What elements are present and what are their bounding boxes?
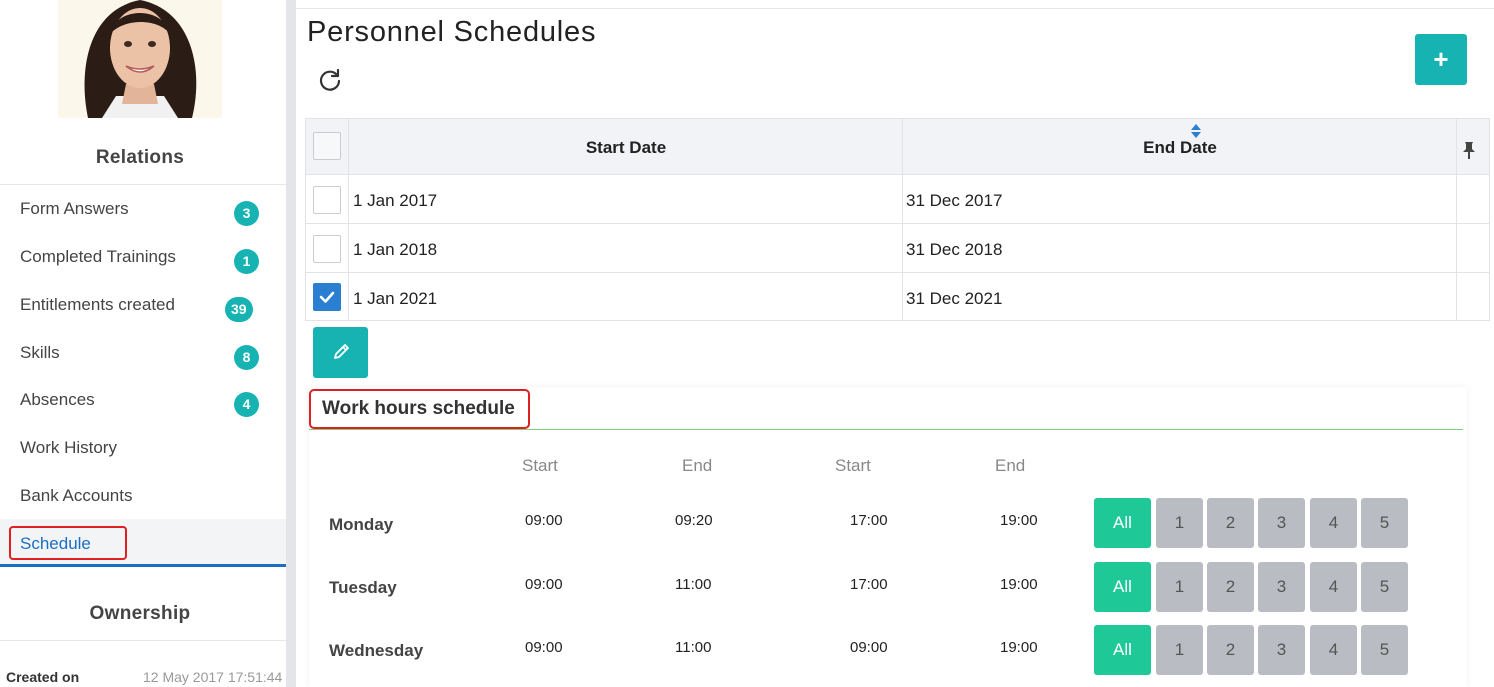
week-5-button[interactable]: 5 bbox=[1361, 498, 1408, 548]
count-badge: 8 bbox=[234, 345, 259, 370]
start-date-cell: 1 Jan 2021 bbox=[353, 289, 438, 308]
row-checkbox[interactable] bbox=[313, 235, 341, 263]
time-value[interactable]: 19:00 bbox=[1000, 576, 1038, 593]
week-4-button[interactable]: 4 bbox=[1310, 562, 1357, 612]
time-value[interactable]: 11:00 bbox=[675, 639, 711, 656]
sidebar-item-entitlements-created[interactable]: Entitlements created 39 bbox=[0, 281, 286, 329]
week-1-button[interactable]: 1 bbox=[1156, 562, 1203, 612]
sidebar: Relations Form Answers 3 Completed Train… bbox=[0, 0, 286, 687]
column-header-end-date[interactable]: End Date bbox=[903, 138, 1457, 158]
highlight-box bbox=[9, 526, 127, 560]
week-1-button[interactable]: 1 bbox=[1156, 498, 1203, 548]
count-badge: 3 bbox=[234, 201, 259, 226]
sidebar-item-schedule[interactable]: Schedule bbox=[0, 519, 286, 567]
day-label-monday: Monday bbox=[329, 515, 394, 534]
count-badge: 4 bbox=[234, 392, 259, 417]
week-4-button[interactable]: 4 bbox=[1310, 625, 1357, 675]
count-badge: 39 bbox=[225, 297, 253, 322]
time-value[interactable]: 09:00 bbox=[525, 639, 563, 656]
week-2-button[interactable]: 2 bbox=[1207, 625, 1254, 675]
week-3-button[interactable]: 3 bbox=[1258, 498, 1305, 548]
week-1-button[interactable]: 1 bbox=[1156, 625, 1203, 675]
time-value[interactable]: 17:00 bbox=[850, 512, 888, 529]
time-value[interactable]: 11:00 bbox=[675, 576, 711, 593]
week-all-button[interactable]: All bbox=[1094, 562, 1151, 612]
week-4-button[interactable]: 4 bbox=[1310, 498, 1357, 548]
time-value[interactable]: 09:20 bbox=[675, 512, 713, 529]
column-header-end: End bbox=[995, 456, 1026, 475]
work-hours-panel: Work hours schedule Start End Start End … bbox=[309, 387, 1467, 687]
week-5-button[interactable]: 5 bbox=[1361, 562, 1408, 612]
highlight-box bbox=[309, 389, 530, 429]
table-row[interactable]: 1 Jan 2017 31 Dec 2017 bbox=[306, 175, 1489, 224]
top-strip bbox=[296, 0, 1494, 9]
column-header-end: End bbox=[682, 456, 713, 475]
edit-button[interactable] bbox=[313, 327, 368, 378]
pin-icon[interactable] bbox=[1461, 141, 1477, 159]
plus-icon: + bbox=[1433, 44, 1449, 74]
sidebar-item-bank-accounts[interactable]: Bank Accounts bbox=[0, 472, 286, 520]
sidebar-item-label: Bank Accounts bbox=[20, 486, 133, 505]
sidebar-item-label: Completed Trainings bbox=[20, 247, 176, 266]
week-3-button[interactable]: 3 bbox=[1258, 625, 1305, 675]
week-2-button[interactable]: 2 bbox=[1207, 562, 1254, 612]
week-3-button[interactable]: 3 bbox=[1258, 562, 1305, 612]
row-checkbox[interactable] bbox=[313, 283, 341, 311]
time-value[interactable]: 09:00 bbox=[525, 512, 563, 529]
ownership-title: Ownership bbox=[89, 603, 191, 624]
page-title: Personnel Schedules bbox=[307, 16, 597, 48]
created-on-value: 12 May 2017 17:51:44 bbox=[143, 669, 283, 685]
sidebar-item-label: Skills bbox=[20, 343, 60, 362]
app-root: Relations Form Answers 3 Completed Train… bbox=[0, 0, 1494, 687]
time-value[interactable]: 17:00 bbox=[850, 576, 888, 593]
pencil-icon bbox=[334, 344, 349, 359]
sidebar-item-label: Absences bbox=[20, 390, 95, 409]
time-value[interactable]: 19:00 bbox=[1000, 639, 1038, 656]
week-2-button[interactable]: 2 bbox=[1207, 498, 1254, 548]
count-badge: 1 bbox=[234, 249, 259, 274]
column-header-start: Start bbox=[522, 456, 558, 475]
avatar bbox=[58, 0, 222, 118]
start-date-cell: 1 Jan 2018 bbox=[353, 240, 438, 259]
sidebar-item-form-answers[interactable]: Form Answers 3 bbox=[0, 185, 286, 233]
add-button[interactable]: + bbox=[1415, 34, 1467, 85]
time-value[interactable]: 09:00 bbox=[525, 576, 563, 593]
end-date-cell: 31 Dec 2017 bbox=[906, 191, 1003, 210]
divider bbox=[309, 429, 1463, 430]
table-row[interactable]: 1 Jan 2018 31 Dec 2018 bbox=[306, 224, 1489, 273]
column-header-start-date[interactable]: Start Date bbox=[349, 138, 903, 158]
sidebar-item-label: Work History bbox=[20, 438, 117, 457]
splitter[interactable] bbox=[286, 0, 296, 687]
row-checkbox[interactable] bbox=[313, 186, 341, 214]
sidebar-item-absences[interactable]: Absences 4 bbox=[0, 376, 286, 424]
end-date-cell: 31 Dec 2018 bbox=[906, 240, 1003, 259]
table-row[interactable]: 1 Jan 2021 31 Dec 2021 bbox=[306, 273, 1489, 322]
sidebar-item-label: Form Answers bbox=[20, 199, 129, 218]
end-date-cell: 31 Dec 2021 bbox=[906, 289, 1003, 308]
sidebar-item-label: Entitlements created bbox=[20, 295, 175, 314]
divider bbox=[0, 640, 286, 641]
day-label-wednesday: Wednesday bbox=[329, 641, 424, 660]
sidebar-item-skills[interactable]: Skills 8 bbox=[0, 329, 286, 377]
table-header: Start Date End Date bbox=[306, 119, 1489, 175]
sidebar-item-completed-trainings[interactable]: Completed Trainings 1 bbox=[0, 233, 286, 281]
day-label-tuesday: Tuesday bbox=[329, 578, 397, 597]
checkmark-icon bbox=[319, 291, 335, 303]
time-value[interactable]: 09:00 bbox=[850, 639, 888, 656]
relations-title: Relations bbox=[95, 147, 185, 168]
week-all-button[interactable]: All bbox=[1094, 498, 1151, 548]
week-all-button[interactable]: All bbox=[1094, 625, 1151, 675]
start-date-cell: 1 Jan 2017 bbox=[353, 191, 438, 210]
select-all-checkbox[interactable] bbox=[313, 132, 341, 160]
created-on-label: Created on bbox=[6, 669, 80, 685]
time-value[interactable]: 19:00 bbox=[1000, 512, 1038, 529]
column-header-start: Start bbox=[835, 456, 871, 475]
refresh-icon[interactable] bbox=[316, 66, 344, 94]
schedules-table: Start Date End Date 1 Jan 2017 31 Dec 20… bbox=[305, 118, 1490, 321]
week-5-button[interactable]: 5 bbox=[1361, 625, 1408, 675]
sort-icon[interactable] bbox=[1190, 123, 1202, 139]
sidebar-item-work-history[interactable]: Work History bbox=[0, 424, 286, 472]
